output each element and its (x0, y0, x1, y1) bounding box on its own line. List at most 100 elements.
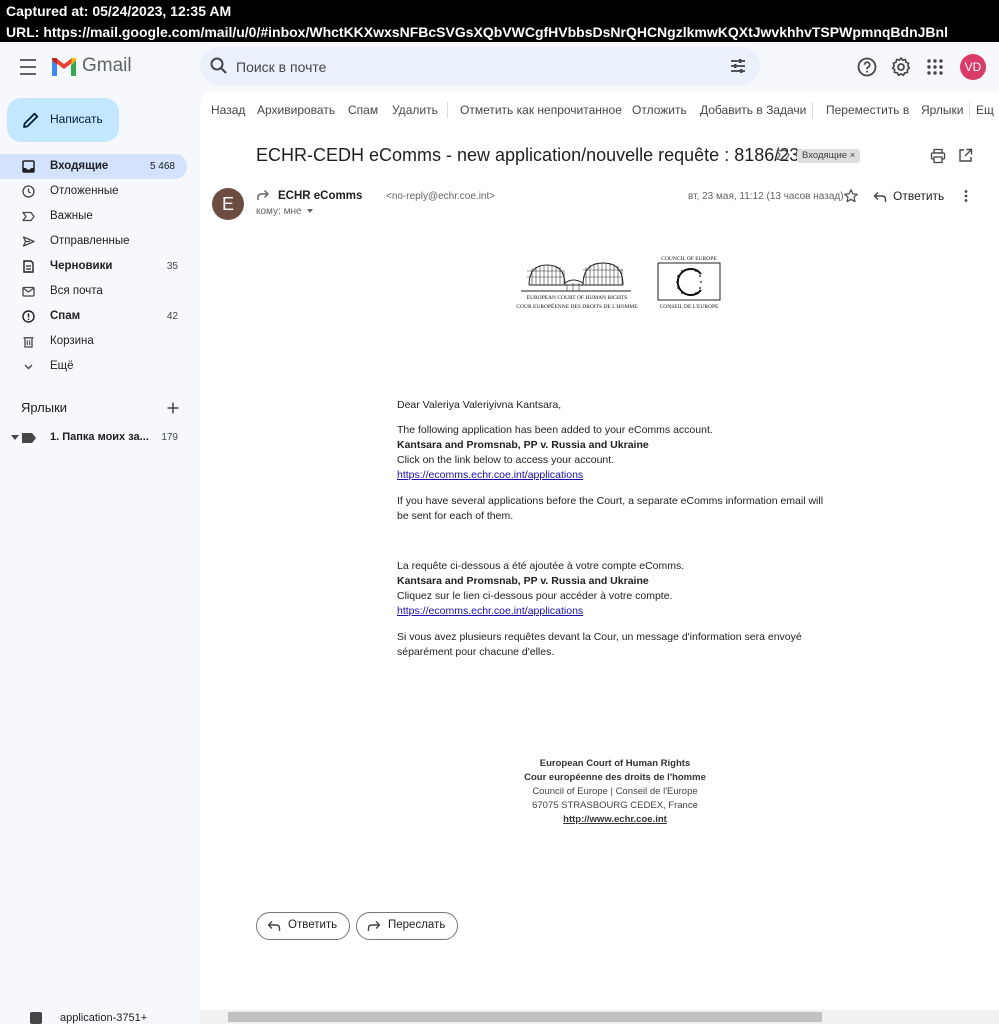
inbox-label-chip[interactable]: Входящие × (797, 149, 861, 163)
fr-applications-link[interactable]: https://ecomms.echr.coe.int/applications (397, 605, 583, 617)
fr-intro-text: La requête ci-dessous a été ajoutée à vo… (397, 560, 685, 572)
add-label-icon[interactable] (166, 401, 180, 415)
forward-label: Переслать (388, 919, 446, 931)
footer-line1: European Court of Human Rights (539, 758, 691, 769)
remove-label-icon[interactable]: × (850, 150, 856, 161)
app-name: Gmail (82, 55, 132, 76)
details-dropdown-icon[interactable] (306, 209, 313, 214)
trash-icon (23, 337, 34, 348)
search-bar[interactable] (200, 47, 760, 85)
move-to-button[interactable]: Переместить в (826, 103, 909, 117)
capture-url: URL: https://mail.google.com/mail/u/0/#i… (6, 24, 948, 40)
search-icon[interactable] (208, 55, 230, 77)
search-input[interactable] (234, 55, 708, 79)
open-new-window-icon[interactable] (958, 148, 973, 163)
capture-timestamp: Captured at: 05/24/2023, 12:35 AM (6, 3, 232, 19)
labels-heading: Ярлыки (21, 400, 68, 415)
footer-line2: Cour européenne des droits de l'homme (524, 772, 706, 783)
labels-button[interactable]: Ярлыки (921, 103, 964, 117)
clock-icon (22, 185, 35, 198)
important-marker-icon[interactable] (776, 149, 790, 161)
add-to-tasks-button[interactable]: Добавить в Задачи (700, 103, 806, 117)
sender-avatar[interactable]: E (212, 188, 244, 220)
gmail-header: Gmail VD (0, 42, 999, 92)
spam-warning-icon (22, 310, 35, 323)
sidebar-item-label: Ещё (50, 360, 74, 372)
en-paragraph-2: If you have several applications before … (397, 495, 824, 522)
toolbar-divider (447, 102, 448, 118)
attachment-peek[interactable]: application-3751+ (30, 1012, 170, 1024)
sidebar-item-trash[interactable]: Корзина (0, 329, 190, 354)
main-menu-icon[interactable] (14, 54, 42, 78)
reply-label: Ответить (893, 189, 945, 203)
settings-gear-icon[interactable] (889, 55, 913, 79)
sidebar-item-label: Черновики (50, 260, 113, 272)
reply-arrow-icon (267, 921, 281, 931)
expand-triangle-icon[interactable] (11, 435, 19, 440)
more-vert-icon[interactable] (960, 189, 972, 203)
coe-logo-line2: CONSEIL DE L'EUROPE (660, 304, 719, 310)
compose-label: Написать (50, 112, 103, 126)
footer-line3: Council of Europe | Conseil de l'Europe (532, 786, 698, 797)
sidebar-item-label: Отправленные (50, 235, 130, 247)
sidebar-label-item[interactable]: 1. Папка моих за... 179 (0, 429, 190, 447)
more-button[interactable]: Ещ (976, 103, 994, 117)
recipient-line[interactable]: кому: мне (256, 206, 313, 217)
sidebar-item-sent[interactable]: Отправленные (0, 229, 190, 254)
help-icon[interactable] (855, 55, 879, 79)
en-paragraph-1: The following application has been added… (397, 423, 837, 483)
scrollbar-thumb[interactable] (228, 1012, 822, 1022)
mark-unread-button[interactable]: Отметить как непрочитанное (460, 103, 622, 117)
snooze-button[interactable]: Отложить (632, 103, 687, 117)
sidebar-item-important[interactable]: Важные (0, 204, 190, 229)
spam-button[interactable]: Спам (348, 103, 378, 117)
search-options-icon[interactable] (728, 56, 748, 76)
email-subject: ECHR-CEDH eComms - new application/nouve… (256, 145, 800, 165)
label-count: 179 (161, 432, 178, 443)
file-icon (30, 1012, 42, 1024)
sidebar-item-inbox[interactable]: Входящие 5 468 (0, 154, 187, 179)
reply-button[interactable]: Ответить (873, 189, 944, 203)
forward-arrow-icon (367, 921, 381, 931)
applications-link[interactable]: https://ecomms.echr.coe.int/applications (397, 469, 583, 481)
sidebar-item-snoozed[interactable]: Отложенные (0, 179, 190, 204)
recipient-text: кому: мне (256, 206, 302, 217)
sidebar-item-count: 35 (166, 261, 178, 272)
attachment-name: application-3751+ (60, 1012, 148, 1024)
forward-button[interactable]: Переслать (356, 912, 458, 940)
inbox-icon (22, 160, 35, 173)
reply-bottom-label: Ответить (288, 919, 338, 931)
archive-button[interactable]: Архивировать (257, 103, 335, 117)
sidebar-item-label: Важные (50, 210, 93, 222)
sidebar-item-spam[interactable]: Спам 42 (0, 304, 190, 329)
delete-button[interactable]: Удалить (392, 103, 438, 117)
echr-website-link[interactable]: http://www.echr.coe.int (563, 814, 667, 825)
fr-paragraph-1: La requête ci-dessous a été ajoutée à vo… (397, 559, 837, 619)
horizontal-scrollbar[interactable] (200, 1010, 999, 1024)
reply-arrow-icon (873, 191, 887, 202)
star-icon[interactable] (843, 188, 859, 204)
toolbar-divider (812, 102, 813, 118)
sidebar-item-more[interactable]: Ещё (0, 354, 190, 379)
pencil-icon (23, 112, 39, 128)
reply-bottom-button[interactable]: Ответить (256, 912, 350, 940)
draft-icon (23, 260, 34, 273)
sender-name[interactable]: ECHR eComms (278, 190, 362, 202)
print-icon[interactable] (930, 148, 946, 164)
fr-instruction-text: Cliquez sur le lien ci-dessous pour accé… (397, 590, 673, 602)
apps-grid-icon[interactable] (923, 55, 947, 79)
echr-logo-line2: COUR EUROPÉENNE DES DROITS DE L'HOMME (516, 302, 638, 310)
label-name: 1. Папка моих за... (50, 431, 149, 443)
en-instruction-text: Click on the link below to access your a… (397, 454, 615, 466)
back-button[interactable]: Назад (211, 103, 245, 117)
sidebar-item-all-mail[interactable]: Вся почта (0, 279, 190, 304)
coe-logo-line1: COUNCIL OF EUROPE (661, 256, 717, 262)
toolbar-divider (969, 102, 970, 118)
gmail-logo-icon[interactable] (50, 56, 78, 78)
compose-button[interactable]: Написать (7, 98, 119, 142)
sidebar-item-drafts[interactable]: Черновики 35 (0, 254, 190, 279)
email-signature: European Court of Human Rights Cour euro… (490, 757, 740, 827)
account-avatar[interactable]: VD (960, 54, 986, 80)
footer-line4: 67075 STRASBOURG CEDEX, France (532, 800, 698, 811)
sender-email: <no-reply@echr.coe.int> (386, 191, 496, 202)
